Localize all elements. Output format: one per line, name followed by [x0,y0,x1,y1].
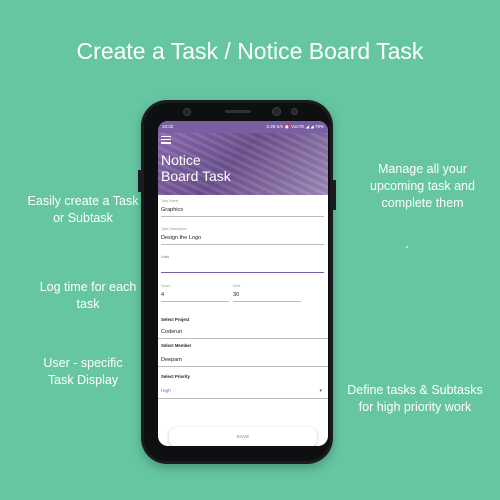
feature-manage-line1: Manage all your [378,162,467,176]
feature-define-line2: for high priority work [358,400,472,414]
task-name-underline [161,216,324,217]
feature-define-line1: Define tasks & Subtasks [347,383,483,397]
links-label: Links [161,255,170,259]
sensor-icon [183,108,191,116]
page-title-line1: Notice [161,152,201,168]
task-description-label: Task Description [161,227,187,231]
select-priority-dropdown[interactable]: High [161,389,171,394]
front-camera-icon [272,107,281,116]
volume-button [138,170,141,192]
select-project-label: Select Project [161,317,190,322]
feature-easy-create-line1: Easily create a Task [27,194,139,208]
feature-user-specific-line1: User - specific [43,356,123,370]
status-bar: 10:32 0.28 K/s ⏰ VoLTE ◢ ◢ 79% [158,121,328,133]
select-priority-underline [158,398,328,399]
task-name-input[interactable]: Graphics [161,207,183,213]
power-button [333,180,336,210]
status-indicators: 0.28 K/s ⏰ VoLTE ◢ ◢ 79% [266,124,324,129]
select-member-label: Select Member [161,343,192,348]
mins-underline [233,301,301,302]
proximity-sensor-icon [291,108,298,115]
earpiece-speaker [225,110,251,113]
headline: Create a Task / Notice Board Task [76,38,424,64]
feature-manage-line3: complete them [381,196,464,210]
mins-label: Mins [233,284,241,288]
task-name-label: Task Name [161,199,179,203]
task-description-input[interactable]: Design the Logo [161,235,201,241]
decorative-dot [406,246,408,248]
page-title: Notice Board Task [161,152,231,184]
chevron-down-icon[interactable]: ▾ [319,388,322,394]
feature-user-specific-line2: Task Display [47,373,119,387]
page-title-line2: Board Task [161,168,231,184]
select-project-dropdown[interactable]: Coderun [161,329,182,335]
hours-label: Hours [161,284,171,288]
app-screen: 10:32 0.28 K/s ⏰ VoLTE ◢ ◢ 79% Notice Bo… [158,121,328,446]
phone-mockup: 10:32 0.28 K/s ⏰ VoLTE ◢ ◢ 79% Notice Bo… [138,100,336,464]
feature-log-time-line2: task [76,297,100,311]
feature-log-time: Log time for each task [18,279,158,313]
feature-manage-line2: upcoming task and [370,179,475,193]
hours-underline [161,301,229,302]
links-underline [161,272,324,273]
hours-input[interactable]: 4 [161,292,164,298]
select-project-underline [158,338,328,339]
status-time: 10:32 [162,124,174,129]
header-banner: Notice Board Task [158,133,328,195]
task-description-underline [161,244,324,245]
save-button[interactable]: SAVE [169,427,317,446]
select-member-dropdown[interactable]: Deepam [161,357,182,363]
feature-easy-create-line2: or Subtask [53,211,113,225]
select-priority-label: Select Priority [161,374,190,379]
feature-easy-create: Easily create a Task or Subtask [18,193,148,227]
mins-input[interactable]: 30 [233,292,239,298]
menu-icon[interactable] [161,136,171,146]
feature-manage: Manage all your upcoming task and comple… [355,161,490,212]
feature-log-time-line1: Log time for each [39,280,137,294]
select-member-underline [158,366,328,367]
links-input[interactable] [161,262,321,270]
feature-define: Define tasks & Subtasks for high priorit… [340,382,490,416]
feature-user-specific: User - specific Task Display [18,355,148,389]
